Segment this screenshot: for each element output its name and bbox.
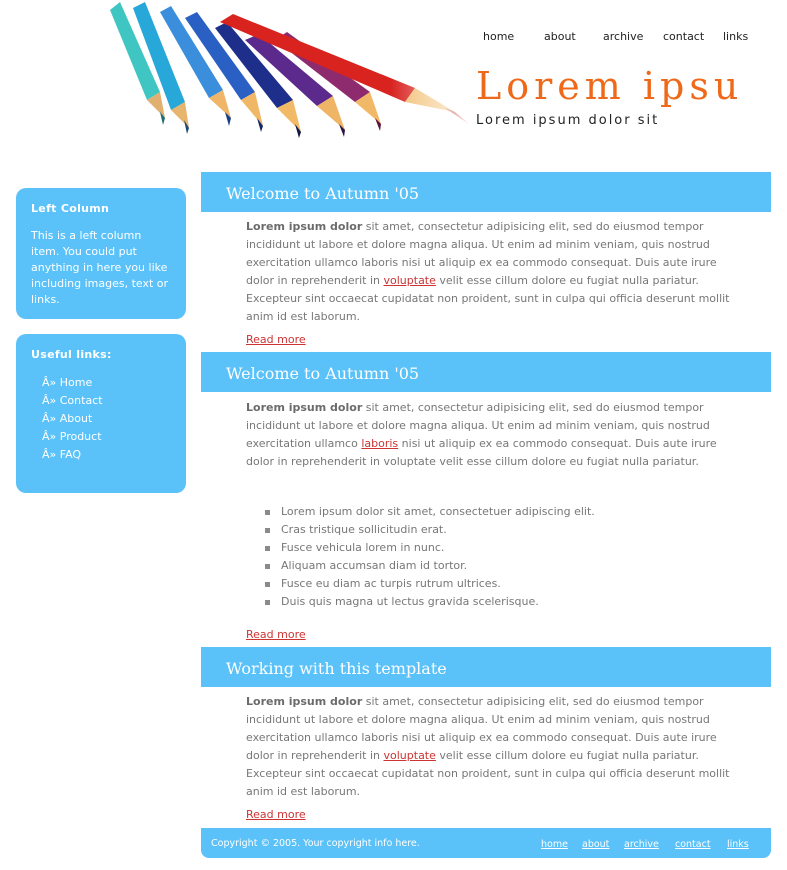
nav-archive-link[interactable]: archive [603, 30, 643, 43]
footer-home-link[interactable]: home [541, 839, 568, 850]
site-subtitle: Lorem ipsum dolor sit [476, 113, 660, 128]
footer-archive-link[interactable]: archive [624, 839, 659, 850]
nav-contact-link[interactable]: contact [663, 30, 704, 43]
list-item: Cras tristique sollicitudin erat. [265, 521, 595, 539]
section-title: Welcome to Autumn '05 [226, 364, 420, 383]
read-more-link-2[interactable]: Read more [246, 628, 306, 641]
bullet-list: Lorem ipsum dolor sit amet, consectetuer… [265, 503, 595, 611]
paragraph-lead: Lorem ipsum dolor [246, 695, 363, 708]
read-more-link-3[interactable]: Read more [246, 808, 306, 821]
list-item: Lorem ipsum dolor sit amet, consectetuer… [265, 503, 595, 521]
useful-link-item: Â» About [42, 410, 103, 428]
useful-link-item: Â» Product [42, 428, 103, 446]
section-title: Working with this template [226, 659, 447, 678]
useful-link-item: Â» Contact [42, 392, 103, 410]
inline-link-voluptate[interactable]: voluptate [384, 749, 436, 762]
footer: Copyright © 2005. Your copyright info he… [201, 828, 771, 858]
useful-link-item: Â» Home [42, 374, 103, 392]
read-more-link-1[interactable]: Read more [246, 333, 306, 346]
useful-links-heading: Useful links: [31, 348, 112, 361]
useful-links-list: Â» Home Â» Contact Â» About Â» Product Â… [42, 374, 103, 464]
section-header-3: Working with this template [201, 647, 771, 687]
inline-link-voluptate[interactable]: voluptate [384, 274, 436, 287]
nav-home-link[interactable]: home [483, 30, 514, 43]
site-title: Lorem ipsu [476, 64, 744, 108]
list-item: Duis quis magna ut lectus gravida sceler… [265, 593, 595, 611]
section-paragraph-1: Lorem ipsum dolor sit amet, consectetur … [246, 218, 731, 326]
useful-link-faq[interactable]: Â» FAQ [42, 448, 81, 461]
paragraph-lead: Lorem ipsum dolor [246, 220, 363, 233]
section-paragraph-3: Lorem ipsum dolor sit amet, consectetur … [246, 693, 731, 801]
header-pencils-image [105, 0, 485, 165]
footer-contact-link[interactable]: contact [675, 839, 711, 850]
section-paragraph-2: Lorem ipsum dolor sit amet, consectetur … [246, 399, 731, 471]
nav-links-link[interactable]: links [723, 30, 748, 43]
top-nav: home about archive contact links [470, 30, 770, 46]
left-column-box: Left Column This is a left column item. … [16, 188, 186, 319]
useful-link-item: Â» FAQ [42, 446, 103, 464]
footer-copyright: Copyright © 2005. Your copyright info he… [211, 838, 420, 849]
list-item: Fusce vehicula lorem in nunc. [265, 539, 595, 557]
section-header-2: Welcome to Autumn '05 [201, 352, 771, 392]
list-item: Aliquam accumsan diam id tortor. [265, 557, 595, 575]
left-column-text: This is a left column item. You could pu… [31, 229, 169, 306]
useful-link-home[interactable]: Â» Home [42, 376, 92, 389]
footer-links-link[interactable]: links [727, 839, 749, 850]
useful-link-product[interactable]: Â» Product [42, 430, 102, 443]
paragraph-lead: Lorem ipsum dolor [246, 401, 363, 414]
section-header-1: Welcome to Autumn '05 [201, 172, 771, 212]
footer-about-link[interactable]: about [582, 839, 609, 850]
list-item: Fusce eu diam ac turpis rutrum ultrices. [265, 575, 595, 593]
section-title: Welcome to Autumn '05 [226, 184, 420, 203]
left-column-heading: Left Column [31, 202, 110, 215]
useful-link-about[interactable]: Â» About [42, 412, 92, 425]
useful-links-box: Useful links: Â» Home Â» Contact Â» Abou… [16, 334, 186, 493]
nav-about-link[interactable]: about [544, 30, 576, 43]
inline-link-laboris[interactable]: laboris [361, 437, 398, 450]
useful-link-contact[interactable]: Â» Contact [42, 394, 103, 407]
